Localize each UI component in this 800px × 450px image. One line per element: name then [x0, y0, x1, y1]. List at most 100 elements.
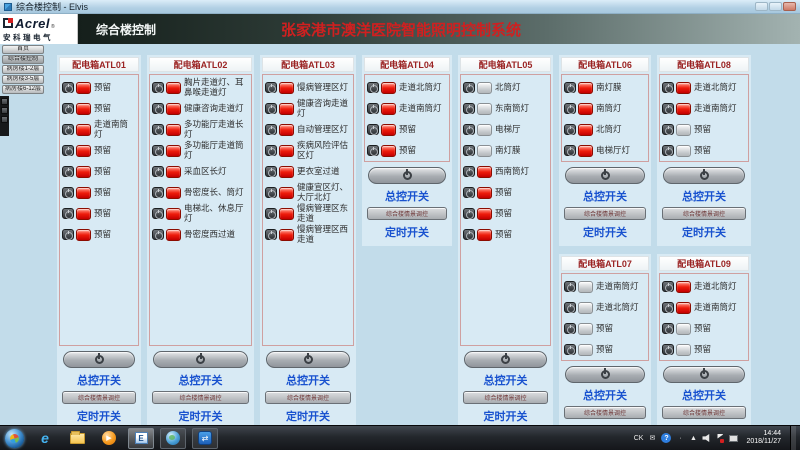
- dock-button[interactable]: [1, 116, 8, 123]
- circuit-power-button[interactable]: [265, 208, 277, 219]
- clock[interactable]: 14:44 2018/11/27: [746, 430, 781, 446]
- circuit-power-button[interactable]: [62, 124, 74, 135]
- circuit-indicator-on[interactable]: [477, 207, 492, 220]
- circuit-power-button[interactable]: [463, 82, 475, 93]
- circuit-indicator-on[interactable]: [279, 102, 294, 115]
- circuit-indicator-off[interactable]: [477, 81, 492, 94]
- circuit-power-button[interactable]: [662, 103, 674, 114]
- circuit-power-button[interactable]: [564, 323, 576, 334]
- circuit-power-button[interactable]: [463, 208, 475, 219]
- master-power-button[interactable]: [464, 351, 547, 368]
- circuit-indicator-on[interactable]: [676, 102, 691, 115]
- circuit-power-button[interactable]: [463, 229, 475, 240]
- circuit-indicator-on[interactable]: [76, 102, 91, 115]
- circuit-indicator-on[interactable]: [166, 228, 181, 241]
- start-button[interactable]: [5, 428, 24, 448]
- circuit-indicator-on[interactable]: [578, 123, 593, 136]
- circuit-indicator-on[interactable]: [477, 186, 492, 199]
- circuit-power-button[interactable]: [463, 166, 475, 177]
- circuit-power-button[interactable]: [62, 82, 74, 93]
- circuit-indicator-on[interactable]: [578, 102, 593, 115]
- scene-control-button[interactable]: 综合楼情景调控: [662, 406, 746, 419]
- master-power-button[interactable]: [153, 351, 248, 368]
- circuit-indicator-off[interactable]: [578, 343, 593, 356]
- scene-control-button[interactable]: 综合楼情景调控: [564, 406, 646, 419]
- circuit-indicator-on[interactable]: [381, 102, 396, 115]
- circuit-indicator-off[interactable]: [578, 301, 593, 314]
- scene-control-button[interactable]: 综合楼情景调控: [152, 391, 249, 404]
- master-power-button[interactable]: [266, 351, 350, 368]
- circuit-indicator-on[interactable]: [477, 165, 492, 178]
- circuit-power-button[interactable]: [265, 229, 277, 240]
- elvis-app-icon[interactable]: E: [128, 427, 154, 449]
- ime-indicator[interactable]: CK: [634, 435, 644, 442]
- circuit-power-button[interactable]: [265, 166, 277, 177]
- circuit-indicator-on[interactable]: [279, 144, 294, 157]
- circuit-power-button[interactable]: [564, 344, 576, 355]
- circuit-indicator-on[interactable]: [279, 123, 294, 136]
- circuit-power-button[interactable]: [662, 302, 674, 313]
- maximize-button[interactable]: [769, 2, 782, 11]
- circuit-power-button[interactable]: [152, 103, 164, 114]
- circuit-indicator-on[interactable]: [381, 81, 396, 94]
- circuit-power-button[interactable]: [265, 145, 277, 156]
- circuit-power-button[interactable]: [152, 145, 164, 156]
- signal-tray-icon[interactable]: ·: [676, 435, 684, 442]
- circuit-indicator-on[interactable]: [279, 228, 294, 241]
- circuit-power-button[interactable]: [662, 323, 674, 334]
- master-power-button[interactable]: [63, 351, 135, 368]
- circuit-indicator-on[interactable]: [578, 144, 593, 157]
- circuit-indicator-off[interactable]: [676, 322, 691, 335]
- circuit-indicator-on[interactable]: [676, 280, 691, 293]
- scene-control-button[interactable]: 综合楼情景调控: [662, 207, 746, 220]
- sidebar-item-3[interactable]: 病房楼3-5层: [2, 75, 44, 84]
- circuit-power-button[interactable]: [463, 145, 475, 156]
- action-center-icon[interactable]: [716, 434, 725, 443]
- circuit-indicator-on[interactable]: [279, 207, 294, 220]
- scene-control-button[interactable]: 综合楼情景调控: [463, 391, 548, 404]
- circuit-power-button[interactable]: [662, 344, 674, 355]
- circuit-power-button[interactable]: [152, 187, 164, 198]
- circuit-power-button[interactable]: [463, 103, 475, 114]
- close-button[interactable]: [783, 2, 796, 11]
- circuit-power-button[interactable]: [265, 124, 277, 135]
- circuit-power-button[interactable]: [564, 145, 576, 156]
- circuit-power-button[interactable]: [662, 281, 674, 292]
- circuit-power-button[interactable]: [564, 302, 576, 313]
- circuit-power-button[interactable]: [367, 103, 379, 114]
- circuit-indicator-on[interactable]: [76, 228, 91, 241]
- file-explorer-icon[interactable]: [64, 428, 90, 449]
- circuit-indicator-on[interactable]: [381, 144, 396, 157]
- circuit-power-button[interactable]: [62, 187, 74, 198]
- circuit-power-button[interactable]: [62, 208, 74, 219]
- circuit-indicator-on[interactable]: [166, 207, 181, 220]
- circuit-indicator-on[interactable]: [76, 81, 91, 94]
- circuit-power-button[interactable]: [152, 166, 164, 177]
- circuit-power-button[interactable]: [265, 103, 277, 114]
- circuit-power-button[interactable]: [367, 82, 379, 93]
- scene-control-button[interactable]: 综合楼情景调控: [564, 207, 646, 220]
- show-desktop-button[interactable]: [790, 425, 796, 450]
- circuit-power-button[interactable]: [463, 187, 475, 198]
- circuit-indicator-on[interactable]: [76, 207, 91, 220]
- sidebar-item-4[interactable]: 病房楼6-12层: [2, 85, 44, 94]
- circuit-indicator-on[interactable]: [477, 228, 492, 241]
- circuit-power-button[interactable]: [62, 166, 74, 177]
- circuit-power-button[interactable]: [62, 145, 74, 156]
- globe-app-icon[interactable]: [160, 427, 186, 449]
- master-power-button[interactable]: [368, 167, 446, 184]
- circuit-indicator-on[interactable]: [279, 165, 294, 178]
- sidebar-item-2[interactable]: 病房楼1-2层: [2, 65, 44, 74]
- circuit-indicator-on[interactable]: [76, 186, 91, 199]
- circuit-indicator-on[interactable]: [166, 102, 181, 115]
- circuit-indicator-on[interactable]: [381, 123, 396, 136]
- master-power-button[interactable]: [565, 366, 645, 383]
- dock-button[interactable]: [1, 98, 8, 105]
- dock-button[interactable]: [1, 107, 8, 114]
- circuit-indicator-on[interactable]: [279, 186, 294, 199]
- scene-control-button[interactable]: 综合楼情景调控: [62, 391, 136, 404]
- circuit-indicator-off[interactable]: [578, 280, 593, 293]
- circuit-power-button[interactable]: [662, 124, 674, 135]
- circuit-power-button[interactable]: [564, 124, 576, 135]
- circuit-power-button[interactable]: [367, 124, 379, 135]
